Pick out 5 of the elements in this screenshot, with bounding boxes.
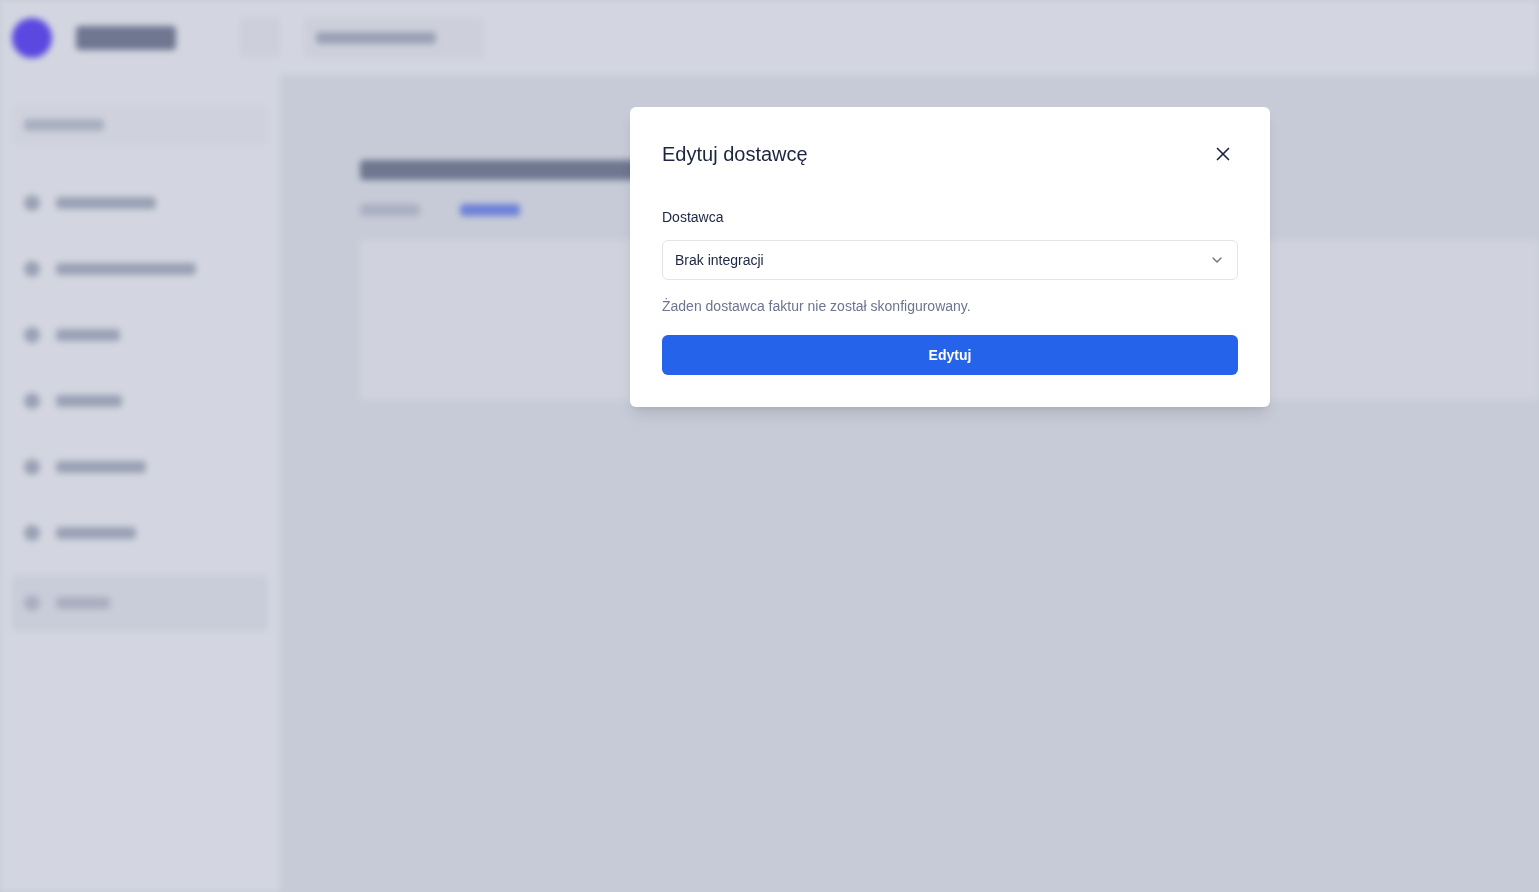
info-text: Żaden dostawca faktur nie został skonfigurowany. (662, 297, 972, 316)
dialog-title: Edytuj dostawcę (662, 142, 808, 167)
submit-button[interactable]: Edytuj (662, 335, 1238, 375)
provider-select[interactable]: Brak integracji (662, 240, 1238, 280)
field-label: Dostawca (662, 208, 725, 227)
